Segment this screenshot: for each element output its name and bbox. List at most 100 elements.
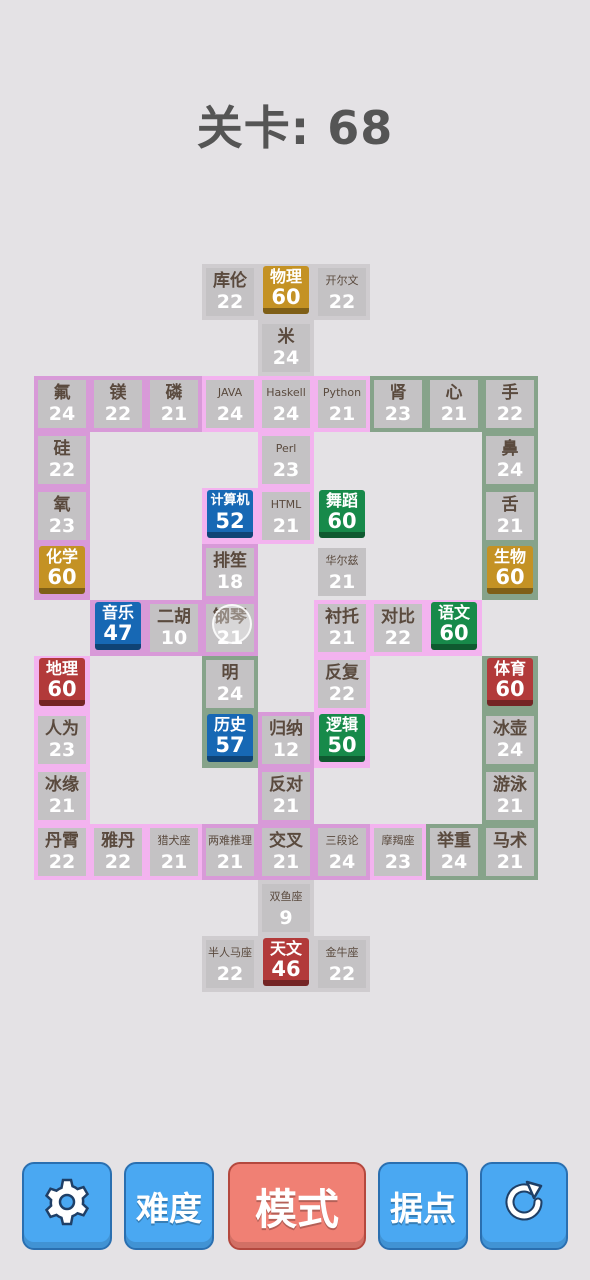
- subject-tile[interactable]: 舞蹈 60: [314, 488, 370, 544]
- subject-tile[interactable]: 语文 60: [426, 600, 482, 656]
- difficulty-button[interactable]: 难度: [124, 1162, 214, 1250]
- tile-value: 22: [216, 963, 244, 985]
- word-tile[interactable]: 硅 22: [34, 432, 90, 488]
- word-tile[interactable]: 三段论 24: [314, 824, 370, 880]
- word-tile[interactable]: 举重 24: [426, 824, 482, 880]
- subject-tile[interactable]: 音乐 47: [90, 600, 146, 656]
- subject-tile[interactable]: 生物 60: [482, 544, 538, 600]
- tile-label: 三段论: [325, 834, 359, 847]
- word-tile[interactable]: 冰壶 24: [482, 712, 538, 768]
- tile-face: 逻辑 50: [319, 714, 365, 762]
- tile-label: 历史: [213, 714, 246, 734]
- tile-face: Perl 23: [262, 436, 310, 484]
- word-tile[interactable]: 库伦 22: [202, 264, 258, 320]
- word-tile[interactable]: 猎犬座 21: [146, 824, 202, 880]
- tile-face: 举重 24: [430, 828, 478, 876]
- word-tile[interactable]: 心 21: [426, 376, 482, 432]
- tile-label: 猎犬座: [157, 834, 191, 847]
- word-tile[interactable]: 游泳 21: [482, 768, 538, 824]
- tile-label: 明: [221, 663, 239, 683]
- word-tile[interactable]: 排笙 18: [202, 544, 258, 600]
- word-tile[interactable]: JAVA 24: [202, 376, 258, 432]
- tile-value: 23: [48, 739, 76, 761]
- word-tile[interactable]: 丹霄 22: [34, 824, 90, 880]
- word-tile[interactable]: 舌 21: [482, 488, 538, 544]
- subject-tile[interactable]: 物理 60: [258, 264, 314, 320]
- subject-tile[interactable]: 计算机 52: [202, 488, 258, 544]
- subject-tile[interactable]: 地理 60: [34, 656, 90, 712]
- tile-label: 体育: [493, 658, 526, 678]
- word-tile[interactable]: HTML 21: [258, 488, 314, 544]
- tile-face: HTML 21: [262, 492, 310, 540]
- subject-tile[interactable]: 化学 60: [34, 544, 90, 600]
- tile-value: 21: [328, 403, 356, 425]
- tile-label: Haskell: [266, 386, 306, 399]
- tile-face: 反复 22: [318, 660, 366, 708]
- word-tile[interactable]: 米 24: [258, 320, 314, 376]
- refresh-button[interactable]: [480, 1162, 568, 1250]
- tile-value: 60: [439, 620, 469, 645]
- word-tile[interactable]: 氟 24: [34, 376, 90, 432]
- tile-face: 开尔文 22: [318, 268, 366, 316]
- word-tile[interactable]: 衬托 21: [314, 600, 370, 656]
- refresh-icon: [498, 1176, 550, 1236]
- word-tile[interactable]: 反对 21: [258, 768, 314, 824]
- word-tile[interactable]: 反复 22: [314, 656, 370, 712]
- word-tile[interactable]: 半人马座 22: [202, 936, 258, 992]
- word-tile[interactable]: 鼻 24: [482, 432, 538, 488]
- word-tile[interactable]: Perl 23: [258, 432, 314, 488]
- tile-value: 60: [271, 284, 301, 309]
- tile-face: 镁 22: [94, 380, 142, 428]
- subject-tile[interactable]: 历史 57: [202, 712, 258, 768]
- tile-value: 50: [327, 732, 357, 757]
- tile-face: 明 24: [206, 660, 254, 708]
- subject-tile[interactable]: 体育 60: [482, 656, 538, 712]
- word-tile[interactable]: 肾 23: [370, 376, 426, 432]
- word-tile[interactable]: 二胡 10: [146, 600, 202, 656]
- word-tile[interactable]: 摩羯座 23: [370, 824, 426, 880]
- tile-label: 金牛座: [325, 946, 359, 959]
- word-tile[interactable]: 开尔文 22: [314, 264, 370, 320]
- word-tile[interactable]: 两难推理 21: [202, 824, 258, 880]
- word-tile[interactable]: 氧 23: [34, 488, 90, 544]
- word-tile[interactable]: 交叉 21: [258, 824, 314, 880]
- word-tile[interactable]: Python 21: [314, 376, 370, 432]
- word-tile[interactable]: 人为 23: [34, 712, 90, 768]
- subject-tile[interactable]: 天文 46: [258, 936, 314, 992]
- word-tile[interactable]: 镁 22: [90, 376, 146, 432]
- tile-label: 雅丹: [101, 831, 135, 851]
- word-tile[interactable]: 磷 21: [146, 376, 202, 432]
- word-tile[interactable]: 马术 21: [482, 824, 538, 880]
- tile-face: 体育 60: [487, 658, 533, 706]
- tile-label: 归纳: [269, 719, 303, 739]
- game-board[interactable]: 库伦 22 物理 60 开尔文 22 米 24 氟 24 镁 22 磷 21 JAVA 24 Haskell 24…: [0, 0, 590, 1100]
- tile-face: 米 24: [262, 324, 310, 372]
- word-tile[interactable]: 双鱼座 9: [258, 880, 314, 936]
- tile-label: 反对: [269, 775, 303, 795]
- tile-label: 舌: [501, 495, 519, 515]
- mode-button[interactable]: 模式: [228, 1162, 366, 1250]
- subject-tile[interactable]: 逻辑 50: [314, 712, 370, 768]
- tile-label: 心: [445, 383, 463, 403]
- tile-value: 60: [47, 676, 77, 701]
- word-tile[interactable]: 雅丹 22: [90, 824, 146, 880]
- word-tile[interactable]: 归纳 12: [258, 712, 314, 768]
- word-tile[interactable]: 明 24: [202, 656, 258, 712]
- tile-face: 三段论 24: [318, 828, 366, 876]
- word-tile[interactable]: Haskell 24: [258, 376, 314, 432]
- word-tile[interactable]: 金牛座 22: [314, 936, 370, 992]
- word-tile[interactable]: 冰缘 21: [34, 768, 90, 824]
- word-tile[interactable]: 对比 22: [370, 600, 426, 656]
- tile-value: 21: [272, 795, 300, 817]
- word-tile[interactable]: 手 22: [482, 376, 538, 432]
- tile-label: 化学: [45, 546, 78, 566]
- tile-label: HTML: [270, 498, 302, 511]
- tile-value: 23: [48, 515, 76, 537]
- settings-button[interactable]: [22, 1162, 112, 1250]
- word-tile[interactable]: 华尔兹 21: [314, 544, 370, 600]
- tile-face: 心 21: [430, 380, 478, 428]
- tile-value: 22: [48, 851, 76, 873]
- tile-value: 18: [216, 571, 244, 593]
- tile-label: 舞蹈: [325, 490, 358, 510]
- stronghold-button[interactable]: 据点: [378, 1162, 468, 1250]
